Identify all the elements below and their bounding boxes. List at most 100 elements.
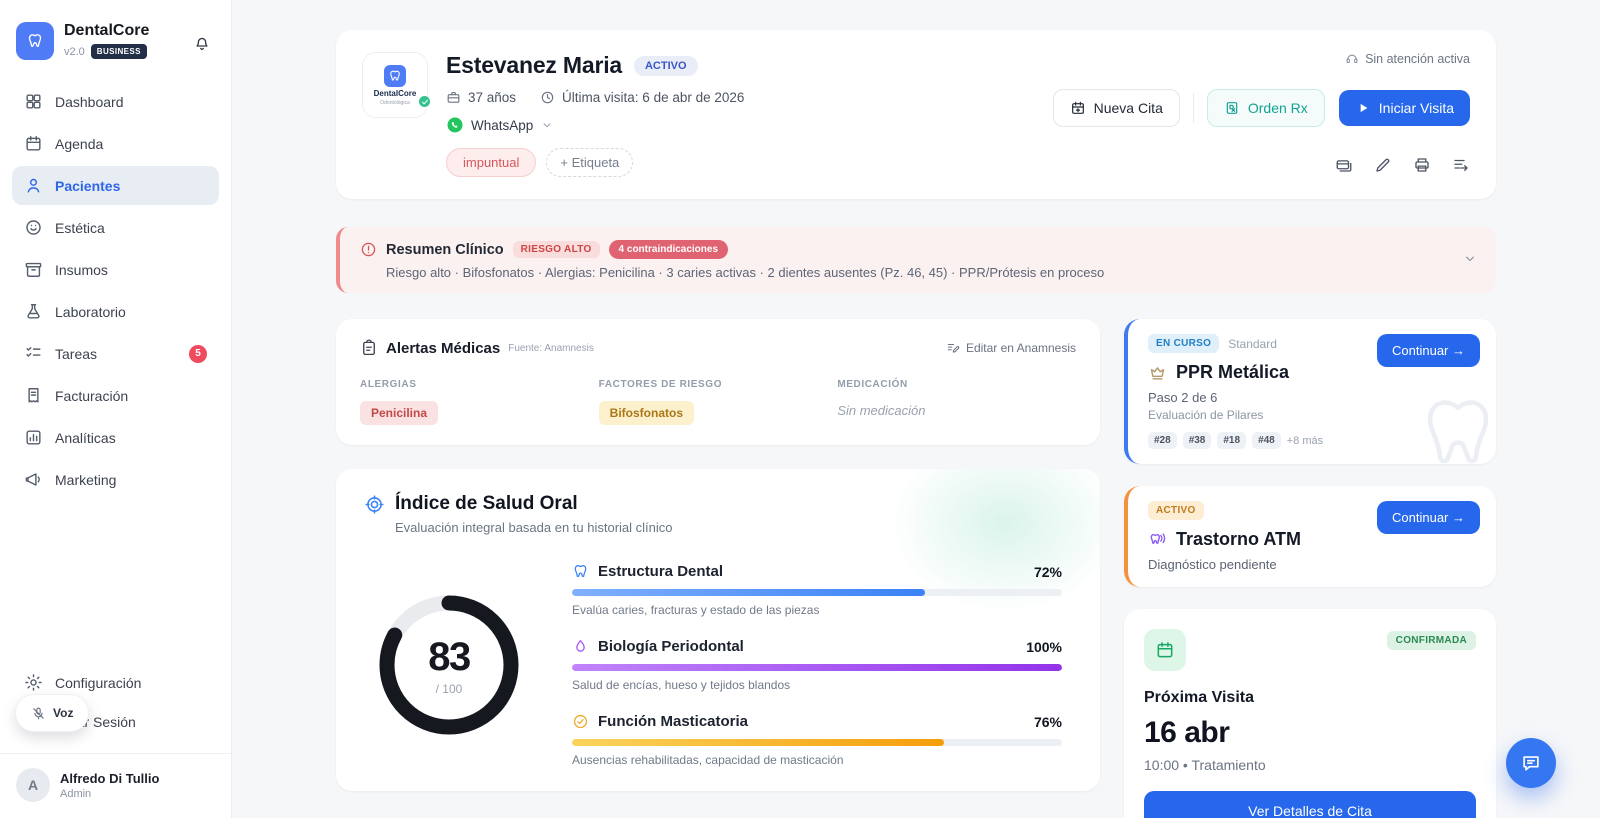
treatment-card-atm: ACTIVO Trastorno ATM Diagnóstico pendien… xyxy=(1124,486,1496,587)
sidebar-item-estetica[interactable]: Estética xyxy=(12,208,219,247)
next-visit-time: 10:00 • Tratamiento xyxy=(1144,757,1476,773)
tooth-chip: #28 xyxy=(1148,432,1177,449)
sidebar-item-marketing[interactable]: Marketing xyxy=(12,460,219,499)
sidebar-item-pacientes[interactable]: Pacientes xyxy=(12,166,219,205)
sidebar-item-facturacion[interactable]: Facturación xyxy=(12,376,219,415)
treatment-status-badge: EN CURSO xyxy=(1148,334,1219,353)
sidebar: DentalCore v2.0 BUSINESS Dashboard Agend… xyxy=(0,0,232,818)
medical-alerts-card: Alertas Médicas Fuente: Anamnesis Editar… xyxy=(336,319,1100,445)
megaphone-icon xyxy=(24,470,43,489)
progress-bar xyxy=(572,739,944,746)
clinic-name: DentalCore xyxy=(374,89,417,98)
edit-patient-button[interactable] xyxy=(1374,156,1392,177)
avatar: A xyxy=(16,768,50,802)
patient-tag[interactable]: impuntual xyxy=(446,148,536,177)
tooth-chip: #18 xyxy=(1217,432,1246,449)
clinic-logo xyxy=(384,65,406,87)
treatment-phase: Evaluación de Pilares xyxy=(1148,408,1323,422)
print-button[interactable] xyxy=(1413,156,1431,177)
edit-anamnesis-link[interactable]: Editar en Anamnesis xyxy=(946,341,1076,355)
chevron-down-icon xyxy=(540,118,554,132)
sidebar-item-agenda[interactable]: Agenda xyxy=(12,124,219,163)
tooth-icon xyxy=(388,69,402,83)
more-teeth-label: +8 más xyxy=(1287,435,1323,447)
contraindications-badge: 4 contraindicaciones xyxy=(609,240,728,259)
sidebar-nav: Dashboard Agenda Pacientes Estética Insu… xyxy=(0,76,231,505)
whatsapp-dropdown[interactable]: WhatsApp xyxy=(446,116,554,134)
clinic-subtitle: Odontológica xyxy=(380,100,409,106)
oral-health-subtitle: Evaluación integral basada en tu histori… xyxy=(395,520,1072,535)
alerts-title: Alertas Médicas xyxy=(386,340,500,357)
chat-fab[interactable] xyxy=(1506,738,1556,788)
gear-icon xyxy=(24,673,43,692)
voice-assistant-button[interactable]: Voz xyxy=(15,694,89,732)
risk-factor-pill: Bifosfonatos xyxy=(599,401,694,425)
notifications-button[interactable] xyxy=(193,34,211,55)
next-visit-date: 16 abr xyxy=(1144,716,1476,750)
rx-order-button[interactable]: Orden Rx xyxy=(1207,89,1325,127)
nav-label: Insumos xyxy=(55,262,108,278)
treatment-type: Standard xyxy=(1228,337,1277,351)
payment-card-button[interactable] xyxy=(1335,156,1353,177)
chart-icon xyxy=(24,428,43,447)
cards-icon xyxy=(1335,156,1353,174)
sidebar-item-insumos[interactable]: Insumos xyxy=(12,250,219,289)
drop-icon xyxy=(572,638,589,655)
next-visit-card: CONFIRMADA Próxima Visita 16 abr 10:00 •… xyxy=(1124,609,1496,818)
chat-icon xyxy=(1520,752,1542,774)
risk-badge: RIESGO ALTO xyxy=(513,241,600,258)
progress-bar xyxy=(572,664,1062,671)
patient-status-badge: ACTIVO xyxy=(634,56,698,76)
whatsapp-label: WhatsApp xyxy=(471,118,533,133)
verified-badge xyxy=(417,94,432,109)
bell-icon xyxy=(193,34,211,52)
metric-row: Función Masticatoria 76% Ausencias rehab… xyxy=(572,713,1062,767)
sidebar-item-laboratorio[interactable]: Laboratorio xyxy=(12,292,219,331)
clinical-summary-banner[interactable]: Resumen Clínico RIESGO ALTO 4 contraindi… xyxy=(336,227,1496,293)
user-name: Alfredo Di Tullio xyxy=(60,771,159,786)
sidebar-item-analiticas[interactable]: Analíticas xyxy=(12,418,219,457)
expand-summary-button[interactable] xyxy=(1462,251,1478,270)
play-icon xyxy=(1355,100,1371,116)
patient-last-visit: Última visita: 6 de abr de 2026 xyxy=(540,90,744,105)
settings-label: Configuración xyxy=(55,675,141,691)
patient-age: 37 años xyxy=(446,90,516,105)
calendar-icon xyxy=(1155,640,1175,660)
treatment-status-badge: ACTIVO xyxy=(1148,501,1204,520)
patient-name: Estevanez Maria xyxy=(446,52,622,79)
age-icon xyxy=(446,90,461,105)
visit-details-button[interactable]: Ver Detalles de Cita xyxy=(1144,791,1476,818)
allergies-column: ALERGIAS Penicilina xyxy=(360,379,599,425)
clinical-notes-button[interactable] xyxy=(1452,156,1470,177)
progress-bar xyxy=(572,589,925,596)
start-visit-button[interactable]: Iniciar Visita xyxy=(1339,90,1470,126)
summary-details: Riesgo alto · Bifosfonatos · Alergias: P… xyxy=(386,265,1476,280)
patient-avatar: DentalCore Odontológica xyxy=(362,52,428,118)
treatment-subtitle: Diagnóstico pendiente xyxy=(1148,557,1301,572)
tooth-watermark-icon xyxy=(1412,388,1496,464)
treatment-title: Trastorno ATM xyxy=(1176,529,1301,550)
medication-value: Sin medicación xyxy=(837,403,1076,418)
rx-icon xyxy=(1224,100,1240,116)
whatsapp-icon xyxy=(446,116,464,134)
column-header: MEDICACIÓN xyxy=(837,379,1076,390)
chevron-down-icon xyxy=(1462,251,1478,267)
user-icon xyxy=(24,176,43,195)
check-circle-icon xyxy=(572,713,589,730)
user-profile[interactable]: A Alfredo Di Tullio Admin xyxy=(0,753,231,818)
nav-label: Marketing xyxy=(55,472,116,488)
sidebar-item-dashboard[interactable]: Dashboard xyxy=(12,82,219,121)
sidebar-item-tareas[interactable]: Tareas 5 xyxy=(12,334,219,373)
continue-treatment-button[interactable]: Continuar → xyxy=(1377,501,1480,534)
alert-icon xyxy=(360,241,377,258)
add-tag-button[interactable]: + Etiqueta xyxy=(546,148,633,177)
continue-treatment-button[interactable]: Continuar → xyxy=(1377,334,1480,367)
column-header: ALERGIAS xyxy=(360,379,599,390)
calendar-icon xyxy=(24,134,43,153)
summary-title: Resumen Clínico xyxy=(386,242,504,258)
oral-health-title: Índice de Salud Oral xyxy=(395,493,578,515)
health-score-gauge: 83 / 100 xyxy=(374,590,524,740)
new-appointment-button[interactable]: Nueva Cita xyxy=(1053,89,1180,127)
nav-label: Agenda xyxy=(55,136,103,152)
treatment-step: Paso 2 de 6 xyxy=(1148,390,1323,405)
